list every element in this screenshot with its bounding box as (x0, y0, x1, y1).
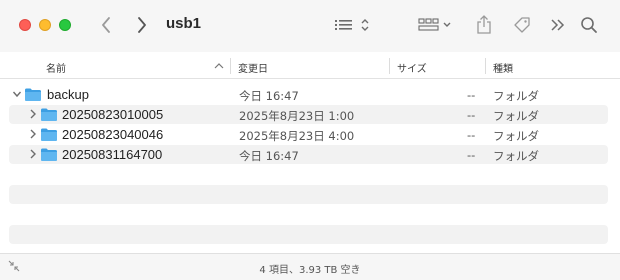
minimize-window-button[interactable] (39, 19, 51, 31)
item-name: backup (47, 87, 89, 102)
tag-button[interactable] (512, 13, 532, 37)
item-date: 2025年8月23日 1:00 (239, 109, 355, 123)
list-item[interactable]: 20250823040046 2025年8月23日 4:00 -- フォルダ (9, 125, 608, 144)
search-button[interactable] (580, 13, 598, 37)
item-size: -- (467, 88, 476, 102)
back-icon (102, 17, 110, 33)
disclosure-collapsed-icon[interactable] (28, 128, 38, 140)
folder-icon (41, 128, 57, 141)
column-divider[interactable] (389, 58, 390, 74)
list-item[interactable]: 20250831164700 今日 16:47 -- フォルダ (9, 145, 608, 164)
item-name: 20250831164700 (62, 147, 163, 162)
group-button[interactable] (418, 13, 454, 37)
window-title: usb1 (166, 15, 202, 32)
item-date: 2025年8月23日 4:00 (239, 129, 355, 143)
sort-ascending-icon[interactable] (214, 62, 224, 70)
item-size: -- (467, 128, 476, 142)
folder-icon (41, 148, 57, 161)
list-item[interactable]: backup 今日 16:47 -- フォルダ (9, 85, 608, 104)
tag-icon (514, 17, 530, 33)
disclosure-expanded-icon[interactable] (12, 88, 22, 100)
list-item[interactable]: 20250823010005 2025年8月23日 1:00 -- フォルダ (9, 105, 608, 124)
item-name: 20250823040046 (62, 127, 164, 142)
item-kind: フォルダ (493, 109, 539, 123)
status-bar: 4 項目、3.93 TB 空き (0, 253, 620, 280)
share-icon (477, 15, 491, 34)
column-size-header[interactable]: サイズ (397, 60, 427, 75)
finder-window: usb1 名前 変更日 サイズ 種類 backup 今日 16:47 -- フォ… (0, 0, 620, 280)
back-button[interactable] (98, 13, 114, 37)
folder-icon (25, 88, 41, 101)
zoom-window-button[interactable] (59, 19, 71, 31)
column-date-header[interactable]: 変更日 (238, 60, 268, 75)
column-divider[interactable] (230, 58, 231, 74)
view-mode-button[interactable] (335, 13, 373, 37)
folder-icon (41, 108, 57, 121)
share-button[interactable] (474, 13, 494, 37)
column-name-header[interactable]: 名前 (46, 60, 66, 75)
column-divider[interactable] (485, 58, 486, 74)
forward-icon (138, 17, 146, 33)
item-kind: フォルダ (493, 149, 539, 163)
item-name: 20250823010005 (62, 107, 164, 122)
column-kind-header[interactable]: 種類 (493, 60, 513, 75)
more-icon (551, 19, 565, 31)
item-kind: フォルダ (493, 89, 539, 103)
item-size: -- (467, 108, 476, 122)
disclosure-collapsed-icon[interactable] (28, 148, 38, 160)
status-text: 4 項目、3.93 TB 空き (259, 265, 361, 276)
empty-row (9, 185, 608, 204)
more-button[interactable] (550, 13, 566, 37)
item-size: -- (467, 148, 476, 162)
group-icon (418, 18, 451, 31)
item-date: 今日 16:47 (239, 149, 299, 163)
list-view-icon (335, 19, 369, 31)
toolbar: usb1 (0, 0, 620, 52)
close-window-button[interactable] (19, 19, 31, 31)
search-icon (581, 17, 597, 33)
column-header: 名前 変更日 サイズ 種類 (0, 54, 620, 79)
item-date: 今日 16:47 (239, 89, 299, 103)
forward-button[interactable] (134, 13, 150, 37)
empty-row (9, 225, 608, 244)
disclosure-collapsed-icon[interactable] (28, 108, 38, 120)
item-kind: フォルダ (493, 129, 539, 143)
